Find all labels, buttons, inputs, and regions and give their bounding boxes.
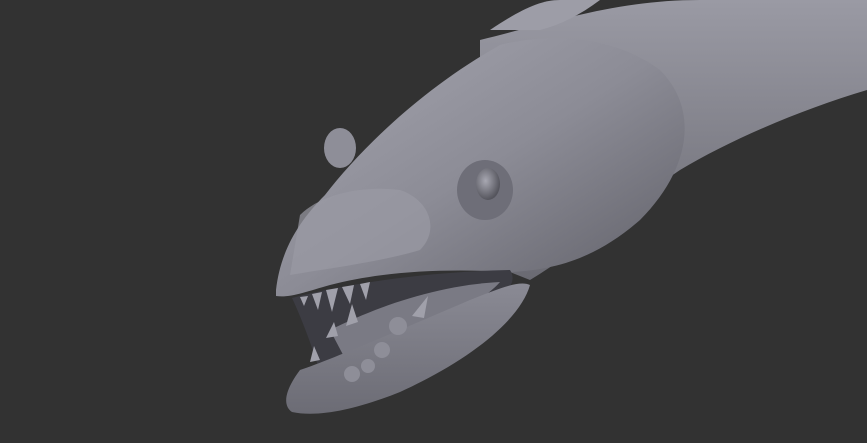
viewport-canvas[interactable] [0, 0, 867, 443]
head-bump [324, 128, 356, 168]
jaw-knob [344, 366, 360, 382]
eye-icon [476, 168, 500, 200]
jaw-knob [389, 317, 407, 335]
jaw-knob [374, 342, 390, 358]
creature-model [276, 0, 867, 414]
jaw-knob [361, 359, 375, 373]
